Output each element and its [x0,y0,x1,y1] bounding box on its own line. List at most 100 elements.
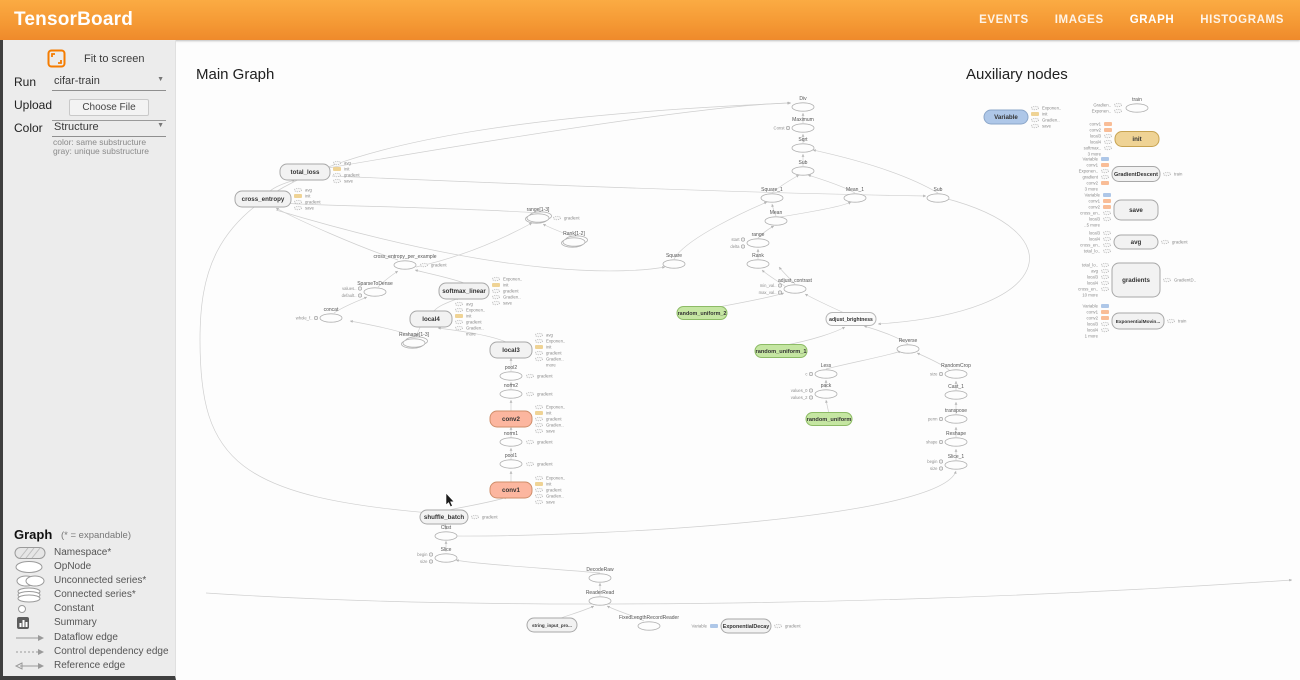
op-node-norm2[interactable] [500,390,522,398]
legend-item: Constant [14,602,94,615]
op-node-cast[interactable] [435,532,457,540]
legend-item: Namespace* [14,546,111,559]
annotation-label: gradient [785,624,801,629]
annotation-label: init [466,314,472,319]
op-node-sparsetodense[interactable] [364,288,386,296]
constant-label: size [930,466,938,471]
tab-histograms[interactable]: HISTOGRAMS [1200,14,1284,26]
op-node-reshape-1-3-[interactable] [403,339,425,347]
node-label: norm2 [504,383,518,389]
annotation-label: conv2 [1089,205,1101,210]
node-label: init [1132,136,1141,143]
node-label: conv2 [502,416,520,423]
annotation-label: Exponen.. [546,405,565,410]
op-node-maximum[interactable] [792,124,814,132]
constant-label: size [420,559,428,564]
op-node-randomcrop[interactable] [945,370,967,378]
op-node-reverse[interactable] [897,345,919,353]
opnode-icon [14,560,54,574]
constant-label: begin [417,552,428,557]
graph-edge [416,223,532,267]
annotation-label: total_lo.. [1082,263,1098,268]
annotation-label: Variable [692,624,708,629]
op-node-rank-1-2-[interactable] [563,238,585,246]
annotation-chip [1031,118,1038,122]
graph-edge [450,471,956,536]
annotation-label: save [305,206,315,211]
annotation-chip [535,482,543,486]
constant-node [429,560,432,563]
annotation-label: local4 [1090,140,1102,145]
annotation-label: Gradien.. [1093,103,1111,108]
graph-canvas[interactable]: total_lossavginitgradientsavecross_entro… [176,40,1300,680]
node-label: Reshape[1-3] [399,332,430,338]
annotation-chip [1101,157,1109,161]
annotation-label: Variable [1085,193,1101,198]
op-node-square-1[interactable] [761,194,783,202]
annotation-label: gradient [546,351,562,356]
run-select[interactable]: cifar-train ▼ [52,73,166,91]
op-node-slice-1[interactable] [945,461,967,469]
annotation-label: gradient [537,462,553,467]
op-node-concat[interactable] [320,314,342,322]
op-node-mean-1[interactable] [844,194,866,202]
constant-label: min_val.. [760,283,777,288]
op-node-slice[interactable] [435,554,457,562]
op-node-sub[interactable] [927,194,949,202]
op-node-sqrt[interactable] [792,144,814,152]
annotation-chip [333,167,341,171]
op-node-range[interactable] [747,239,769,247]
op-node-mean[interactable] [765,217,787,225]
annotation-chip [1167,319,1174,323]
constant-label: values_2 [791,395,808,400]
annotation-chip [1101,163,1109,167]
annotation-chip [455,326,462,330]
graph-edge [781,327,845,346]
tab-graph[interactable]: GRAPH [1130,14,1175,26]
annotation-label: GradientD.. [1174,278,1196,283]
annotation-chip [774,624,781,628]
op-node-cross-entropy-per-example[interactable] [394,261,416,269]
node-label: string_input_pro... [532,623,572,628]
node-label: RandomCrop [941,363,971,369]
annotation-label: conv1 [1090,122,1102,127]
op-node-reshape[interactable] [945,438,967,446]
tab-events[interactable]: EVENTS [979,14,1029,26]
node-label: shuffle_batch [424,514,464,521]
op-node-transpose[interactable] [945,415,967,423]
choose-file-button[interactable]: Choose File [69,99,148,116]
annotation-chip [535,345,543,349]
op-node-pool2[interactable] [500,372,522,380]
op-node-adjust-contrast[interactable] [784,285,806,293]
node-label: ExponentialMovin... [1116,319,1161,325]
node-label: DecodeRaw [586,567,614,573]
legend-item: Unconnected series* [14,574,146,587]
annotation-label: Gradien.. [503,295,521,300]
op-node-cast-1[interactable] [945,391,967,399]
graph-edge [334,297,367,313]
color-select[interactable]: Structure ▼ [52,119,166,137]
op-node-train[interactable] [1126,104,1148,112]
op-node-readerread[interactable] [589,597,611,605]
node-label: cross_entropy_per_example [373,254,436,260]
op-node-div[interactable] [792,103,814,111]
op-node-pool1[interactable] [500,460,522,468]
annotation-chip [1101,269,1108,273]
upload-label: Upload [14,98,52,112]
op-node-range-1-3-[interactable] [527,214,549,222]
fit-to-screen-button[interactable]: Fit to screen [47,49,145,68]
annotation-chip [420,263,427,267]
node-label: Sub [934,187,943,193]
op-node-square[interactable] [663,260,685,268]
constant-label: default.. [342,293,357,298]
tab-images[interactable]: IMAGES [1055,14,1104,26]
color-label: Color [14,121,43,135]
op-node-norm1[interactable] [500,438,522,446]
op-node-less[interactable] [815,370,837,378]
op-node-decoderaw[interactable] [589,574,611,582]
op-node-sub[interactable] [792,167,814,175]
op-node-pack[interactable] [815,390,837,398]
annotation-label: conv1 [1087,163,1099,168]
op-node-fixedlengthrecordreader[interactable] [638,622,660,630]
op-node-rank[interactable] [747,260,769,268]
